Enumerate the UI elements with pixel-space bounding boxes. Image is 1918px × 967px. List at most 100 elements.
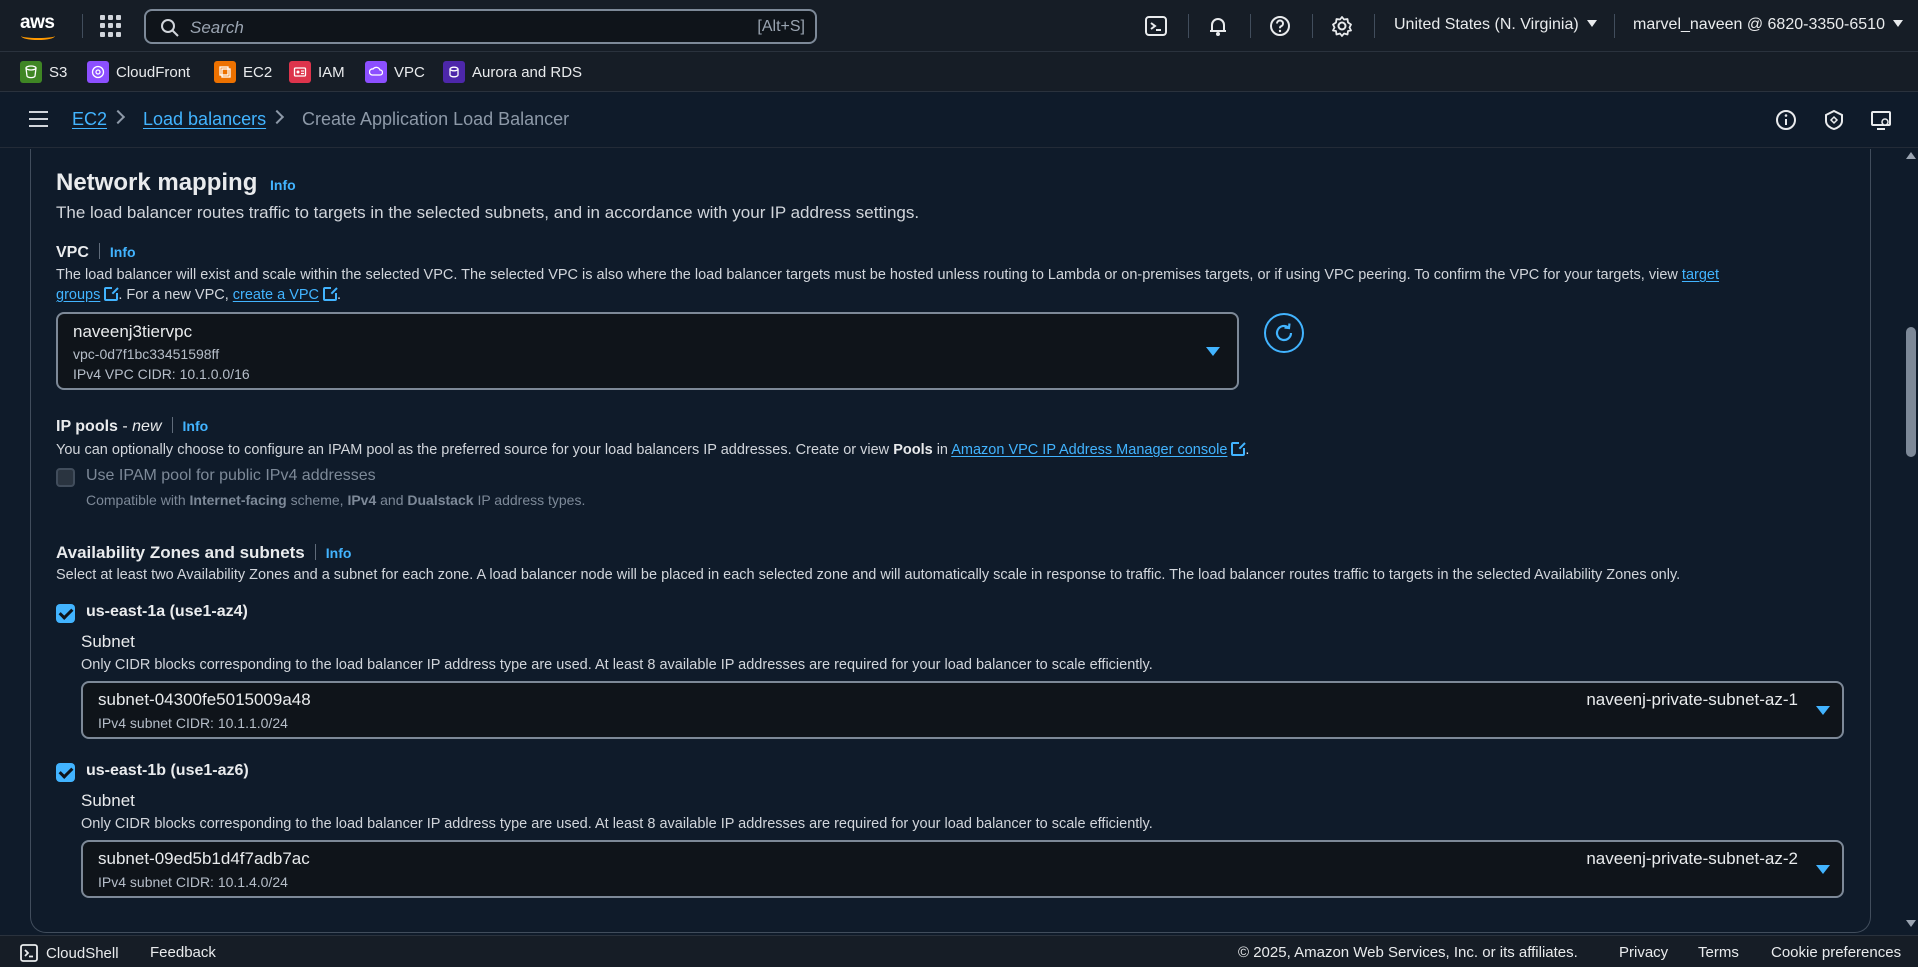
- vpc-description: The load balancer will exist and scale w…: [56, 267, 1719, 283]
- target-groups-link[interactable]: target: [1682, 267, 1719, 283]
- services-grid-icon[interactable]: [100, 15, 122, 37]
- favorite-iam[interactable]: IAM: [289, 60, 345, 84]
- subnet-id: subnet-09ed5b1d4f7adb7ac: [98, 849, 310, 868]
- divider: [82, 14, 83, 38]
- subnet-hint: Only CIDR blocks corresponding to the lo…: [81, 657, 1153, 673]
- vpc-selected-name: naveenj3tiervpc: [73, 322, 193, 341]
- region-selector[interactable]: United States (N. Virginia): [1394, 16, 1597, 34]
- cloudshell-button[interactable]: CloudShell: [20, 944, 119, 962]
- info-circle-icon[interactable]: [1774, 108, 1798, 132]
- aws-logo[interactable]: aws: [20, 12, 60, 42]
- subnet-id: subnet-04300fe5015009a48: [98, 690, 311, 709]
- terms-link[interactable]: Terms: [1698, 944, 1739, 961]
- feedback-link[interactable]: Feedback: [150, 944, 216, 961]
- favorite-label: S3: [49, 63, 68, 81]
- help-icon[interactable]: [1268, 14, 1292, 38]
- info-link[interactable]: Info: [183, 418, 209, 434]
- vpc-selected-cidr: IPv4 VPC CIDR: 10.1.0.0/16: [73, 366, 250, 382]
- hint-bold: IPv4: [347, 492, 377, 508]
- caret-down-icon: [1586, 20, 1597, 27]
- scrollbar-thumb[interactable]: [1906, 327, 1916, 457]
- favorite-label: Aurora and RDS: [472, 63, 583, 81]
- region-label: United States (N. Virginia): [1394, 16, 1579, 33]
- ip-pools-label: IP pools: [56, 418, 118, 435]
- divider: [1614, 14, 1615, 38]
- notifications-bell-icon[interactable]: [1206, 14, 1230, 38]
- hint-text: IP address types.: [477, 492, 586, 508]
- ipam-hint: Compatible with Internet-facing scheme, …: [86, 492, 585, 508]
- favorite-label: VPC: [394, 63, 425, 81]
- pools-bold: Pools: [893, 442, 933, 458]
- az-checkbox-us-east-1a[interactable]: [56, 604, 75, 623]
- breadcrumb-load-balancers[interactable]: Load balancers: [143, 109, 266, 130]
- favorite-vpc[interactable]: VPC: [365, 60, 425, 84]
- vpc-selected-id: vpc-0d7f1bc33451598ff: [73, 346, 220, 362]
- breadcrumb-ec2[interactable]: EC2: [72, 109, 107, 130]
- subnet-select-az-1[interactable]: subnet-04300fe5015009a48 IPv4 subnet CID…: [81, 681, 1844, 739]
- settings-gear-icon[interactable]: [1330, 14, 1354, 38]
- favorite-aurora-rds[interactable]: Aurora and RDS: [443, 60, 582, 84]
- subnet-cidr: IPv4 subnet CIDR: 10.1.1.0/24: [98, 715, 288, 731]
- target-groups-link-cont[interactable]: groups: [56, 287, 100, 303]
- account-menu[interactable]: marvel_naveen @ 6820-3350-6510: [1633, 16, 1903, 34]
- favorite-s3[interactable]: S3: [20, 60, 67, 84]
- ipam-console-link[interactable]: Amazon VPC IP Address Manager console: [951, 442, 1227, 458]
- favorite-ec2[interactable]: EC2: [214, 60, 272, 84]
- search-icon: [161, 19, 179, 37]
- ip-pools-text: in: [936, 442, 948, 458]
- subnet-select-az-2[interactable]: subnet-09ed5b1d4f7adb7ac IPv4 subnet CID…: [81, 840, 1844, 898]
- footer: CloudShell Feedback © 2025, Amazon Web S…: [0, 935, 1918, 967]
- breadcrumb-bar: EC2 Load balancers Create Application Lo…: [0, 92, 1918, 148]
- cloudshell-icon[interactable]: [1144, 14, 1168, 38]
- section-heading: Network mapping Info: [56, 169, 296, 197]
- security-shield-icon[interactable]: [1822, 108, 1846, 132]
- scroll-down-arrow-icon[interactable]: [1906, 920, 1916, 927]
- subnet-hint: Only CIDR blocks corresponding to the lo…: [81, 816, 1153, 832]
- aurora-rds-icon: [443, 61, 465, 83]
- info-link[interactable]: Info: [326, 545, 352, 561]
- hint-text: Compatible with: [86, 492, 186, 508]
- create-vpc-link[interactable]: create a VPC: [233, 287, 319, 303]
- vpc-label-row: VPC Info: [56, 243, 136, 262]
- separator: -: [117, 418, 133, 435]
- vpc-description-line2: groups. For a new VPC, create a VPC.: [56, 286, 341, 303]
- caret-down-icon: [1892, 20, 1903, 27]
- az-checkbox-us-east-1b[interactable]: [56, 763, 75, 782]
- vpc-description-text: . For a new VPC,: [118, 287, 229, 303]
- chevron-right-icon: [110, 109, 126, 125]
- vpc-icon: [365, 61, 387, 83]
- az-name: us-east-1b (use1-az6): [86, 762, 249, 779]
- external-link-icon: [323, 286, 339, 301]
- scrollbar-track[interactable]: [1904, 149, 1918, 933]
- search-box[interactable]: Search [Alt+S]: [144, 9, 817, 44]
- breadcrumb-current: Create Application Load Balancer: [302, 109, 570, 129]
- top-navigation: aws Search [Alt+S] United States (N. Vir…: [0, 0, 1918, 52]
- vpc-select[interactable]: naveenj3tiervpc vpc-0d7f1bc33451598ff IP…: [56, 312, 1239, 390]
- scroll-up-arrow-icon[interactable]: [1906, 152, 1916, 159]
- search-shortcut: [Alt+S]: [757, 18, 805, 35]
- menu-hamburger-icon[interactable]: [29, 111, 48, 128]
- monitor-feedback-icon[interactable]: [1869, 108, 1893, 132]
- divider: [1250, 14, 1251, 38]
- favorite-cloudfront[interactable]: CloudFront: [87, 60, 190, 84]
- favorite-label: CloudFront: [116, 63, 191, 81]
- hint-bold: Internet-facing: [189, 492, 287, 508]
- chevron-right-icon: [269, 109, 285, 125]
- info-link[interactable]: Info: [270, 177, 296, 193]
- network-mapping-title: Network mapping: [56, 169, 258, 196]
- az-name: us-east-1a (use1-az4): [86, 603, 248, 620]
- cookie-preferences-link[interactable]: Cookie preferences: [1771, 944, 1901, 961]
- privacy-link[interactable]: Privacy: [1619, 944, 1668, 961]
- favorite-label: IAM: [318, 63, 345, 81]
- az-description: Select at least two Availability Zones a…: [56, 567, 1681, 583]
- external-link-icon: [1231, 441, 1247, 456]
- divider: [1374, 14, 1375, 38]
- info-link[interactable]: Info: [110, 244, 136, 260]
- ipam-checkbox[interactable]: [56, 468, 75, 487]
- cloudfront-icon: [87, 61, 109, 83]
- subnet-name: naveenj-private-subnet-az-1: [1586, 690, 1798, 709]
- dropdown-caret-icon: [1816, 706, 1830, 715]
- network-mapping-description: The load balancer routes traffic to targ…: [56, 203, 920, 222]
- refresh-button[interactable]: [1264, 313, 1304, 353]
- external-link-icon: [104, 286, 120, 301]
